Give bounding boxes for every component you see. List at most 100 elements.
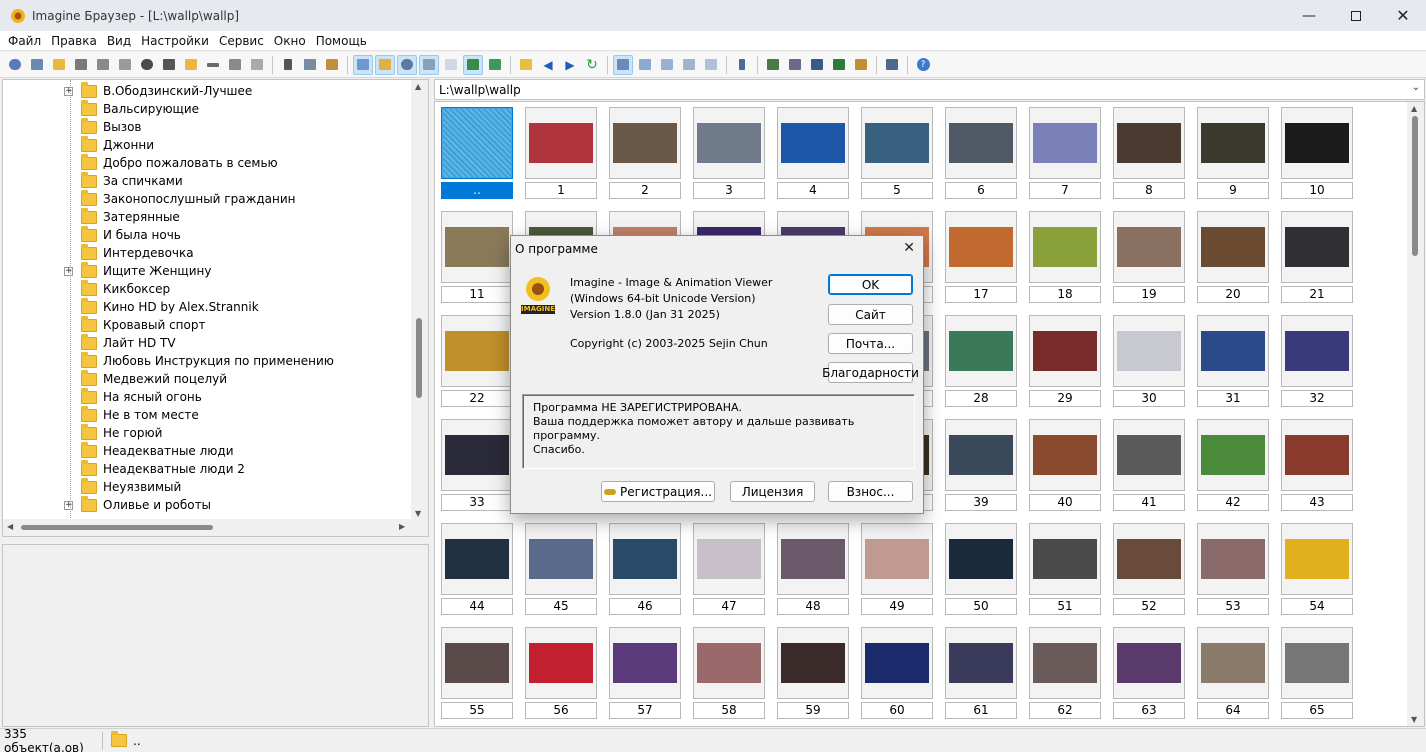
image-thumbnail[interactable]: 28 xyxy=(945,315,1017,407)
maximize-icon[interactable] xyxy=(1333,0,1379,31)
tree-item[interactable]: Законопослушный гражданин xyxy=(81,189,296,208)
tree-scroll-thumb[interactable] xyxy=(416,318,422,398)
image-thumbnail[interactable]: 54 xyxy=(1281,523,1353,615)
report-icon[interactable] xyxy=(701,55,721,75)
image-thumbnail[interactable]: 43 xyxy=(1281,419,1353,511)
tree-item[interactable]: Кровавый спорт xyxy=(81,315,205,334)
image-thumbnail[interactable]: 32 xyxy=(1281,315,1353,407)
image-thumbnail[interactable]: 47 xyxy=(693,523,765,615)
trash-icon[interactable] xyxy=(225,55,245,75)
image-thumbnail[interactable]: 19 xyxy=(1113,211,1185,303)
back-arrow-icon[interactable]: ◀ xyxy=(538,55,558,75)
tree-item[interactable]: На ясный огонь xyxy=(81,387,202,406)
image-thumbnail[interactable]: 22 xyxy=(441,315,513,407)
tree-item[interactable]: Неуязвимый xyxy=(81,477,181,496)
list-icon[interactable] xyxy=(657,55,677,75)
image-thumbnail[interactable]: 21 xyxy=(1281,211,1353,303)
tree-item[interactable]: Добро пожаловать в семью xyxy=(81,153,278,172)
image-thumbnail[interactable]: 10 xyxy=(1281,107,1353,199)
image-thumbnail[interactable]: 45 xyxy=(525,523,597,615)
address-bar[interactable]: L:\wallp\wallp ⌄ xyxy=(434,79,1425,100)
image-thumbnail[interactable]: 44 xyxy=(441,523,513,615)
image-thumbnail[interactable]: 65 xyxy=(1281,627,1353,719)
image-thumbnail[interactable]: 18 xyxy=(1029,211,1101,303)
options-icon[interactable] xyxy=(882,55,902,75)
show-tree-icon[interactable] xyxy=(375,54,395,75)
image-thumbnail[interactable]: 59 xyxy=(777,627,849,719)
minimize-icon[interactable]: — xyxy=(1286,0,1332,31)
grid-vertical-scrollbar[interactable]: ▲ ▼ xyxy=(1407,102,1424,726)
film-icon[interactable] xyxy=(829,55,849,75)
image-thumbnail[interactable]: 63 xyxy=(1113,627,1185,719)
menu-view[interactable]: Вид xyxy=(102,34,136,48)
view-icon[interactable] xyxy=(5,55,25,75)
mail-button[interactable]: Почта... xyxy=(828,333,913,354)
image-thumbnail[interactable]: 50 xyxy=(945,523,1017,615)
tree-item[interactable]: + Ищите Женщину xyxy=(64,261,211,280)
forward-arrow-icon[interactable]: ▶ xyxy=(560,55,580,75)
site-button[interactable]: Сайт xyxy=(828,304,913,325)
image-thumbnail[interactable]: 40 xyxy=(1029,419,1101,511)
new-folder-icon[interactable] xyxy=(181,55,201,75)
copy-icon[interactable] xyxy=(300,55,320,75)
tree-item[interactable]: Не в том месте xyxy=(81,405,199,424)
help-icon[interactable]: ? xyxy=(913,55,933,75)
tree-item[interactable]: Неадекватные люди xyxy=(81,441,234,460)
scroll-down-icon[interactable]: ▼ xyxy=(1411,715,1417,724)
image-thumbnail[interactable]: 20 xyxy=(1197,211,1269,303)
tree-item[interactable]: Затерянные xyxy=(81,207,180,226)
tree-item[interactable]: И была ночь xyxy=(81,225,181,244)
show-properties-icon[interactable] xyxy=(419,54,439,75)
show-address-icon[interactable] xyxy=(353,54,373,75)
small-icons-icon[interactable] xyxy=(635,55,655,75)
donate-button[interactable]: Взнос... xyxy=(828,481,913,502)
print-icon[interactable] xyxy=(93,55,113,75)
close-icon[interactable]: ✕ xyxy=(1380,0,1426,31)
tree-item[interactable]: Лайт HD TV xyxy=(81,333,176,352)
show-preview-icon[interactable] xyxy=(397,54,417,75)
image-thumbnail[interactable]: 2 xyxy=(609,107,681,199)
image-thumbnail[interactable]: 52 xyxy=(1113,523,1185,615)
tree-item[interactable]: Неадекватные люди 2 xyxy=(81,459,245,478)
camera-icon[interactable] xyxy=(159,55,179,75)
tree-item[interactable]: Джонни xyxy=(81,135,154,154)
menu-help[interactable]: Помощь xyxy=(311,34,372,48)
image-thumbnail[interactable]: 41 xyxy=(1113,419,1185,511)
image-thumbnail[interactable]: 3 xyxy=(693,107,765,199)
large-icons-icon[interactable] xyxy=(613,54,633,75)
save-icon[interactable] xyxy=(71,55,91,75)
tree-item[interactable]: Кикбоксер xyxy=(81,279,170,298)
image-thumbnail[interactable]: 7 xyxy=(1029,107,1101,199)
cut-icon[interactable] xyxy=(278,55,298,75)
image-thumbnail[interactable]: 5 xyxy=(861,107,933,199)
wrench-icon[interactable] xyxy=(732,55,752,75)
ok-button[interactable]: OK xyxy=(828,274,913,295)
batch-rename-icon[interactable] xyxy=(785,55,805,75)
tree-item[interactable]: Вызов xyxy=(81,117,142,136)
image-thumbnail[interactable]: 48 xyxy=(777,523,849,615)
tree-item[interactable]: Кино HD by Alex.Strannik xyxy=(81,297,259,316)
image-thumbnail[interactable]: 60 xyxy=(861,627,933,719)
scroll-left-icon[interactable]: ◀ xyxy=(7,522,13,531)
image-thumbnail[interactable]: 55 xyxy=(441,627,513,719)
refresh-icon[interactable]: ↻ xyxy=(582,55,602,75)
image-thumbnail[interactable]: 4 xyxy=(777,107,849,199)
image-thumbnail[interactable]: 39 xyxy=(945,419,1017,511)
image-thumbnail[interactable]: 64 xyxy=(1197,627,1269,719)
up-folder-icon[interactable] xyxy=(516,55,536,75)
image-thumbnail[interactable]: 11 xyxy=(441,211,513,303)
menu-settings[interactable]: Настройки xyxy=(136,34,214,48)
image-thumbnail[interactable]: 8 xyxy=(1113,107,1185,199)
scroll-up-icon[interactable]: ▲ xyxy=(415,82,421,91)
slideshow-icon[interactable] xyxy=(485,55,505,75)
thumbnail-view-icon[interactable] xyxy=(463,54,483,75)
grid-view-icon[interactable] xyxy=(441,55,461,75)
register-button[interactable]: Регистрация... xyxy=(601,481,715,502)
image-thumbnail[interactable]: 17 xyxy=(945,211,1017,303)
image-thumbnail[interactable]: 42 xyxy=(1197,419,1269,511)
license-button[interactable]: Лицензия xyxy=(730,481,815,502)
expand-icon[interactable]: + xyxy=(64,500,73,510)
tree-vertical-scrollbar[interactable]: ▲ ▼ xyxy=(411,80,428,520)
image-thumbnail[interactable]: 9 xyxy=(1197,107,1269,199)
image-thumbnail[interactable]: 1 xyxy=(525,107,597,199)
